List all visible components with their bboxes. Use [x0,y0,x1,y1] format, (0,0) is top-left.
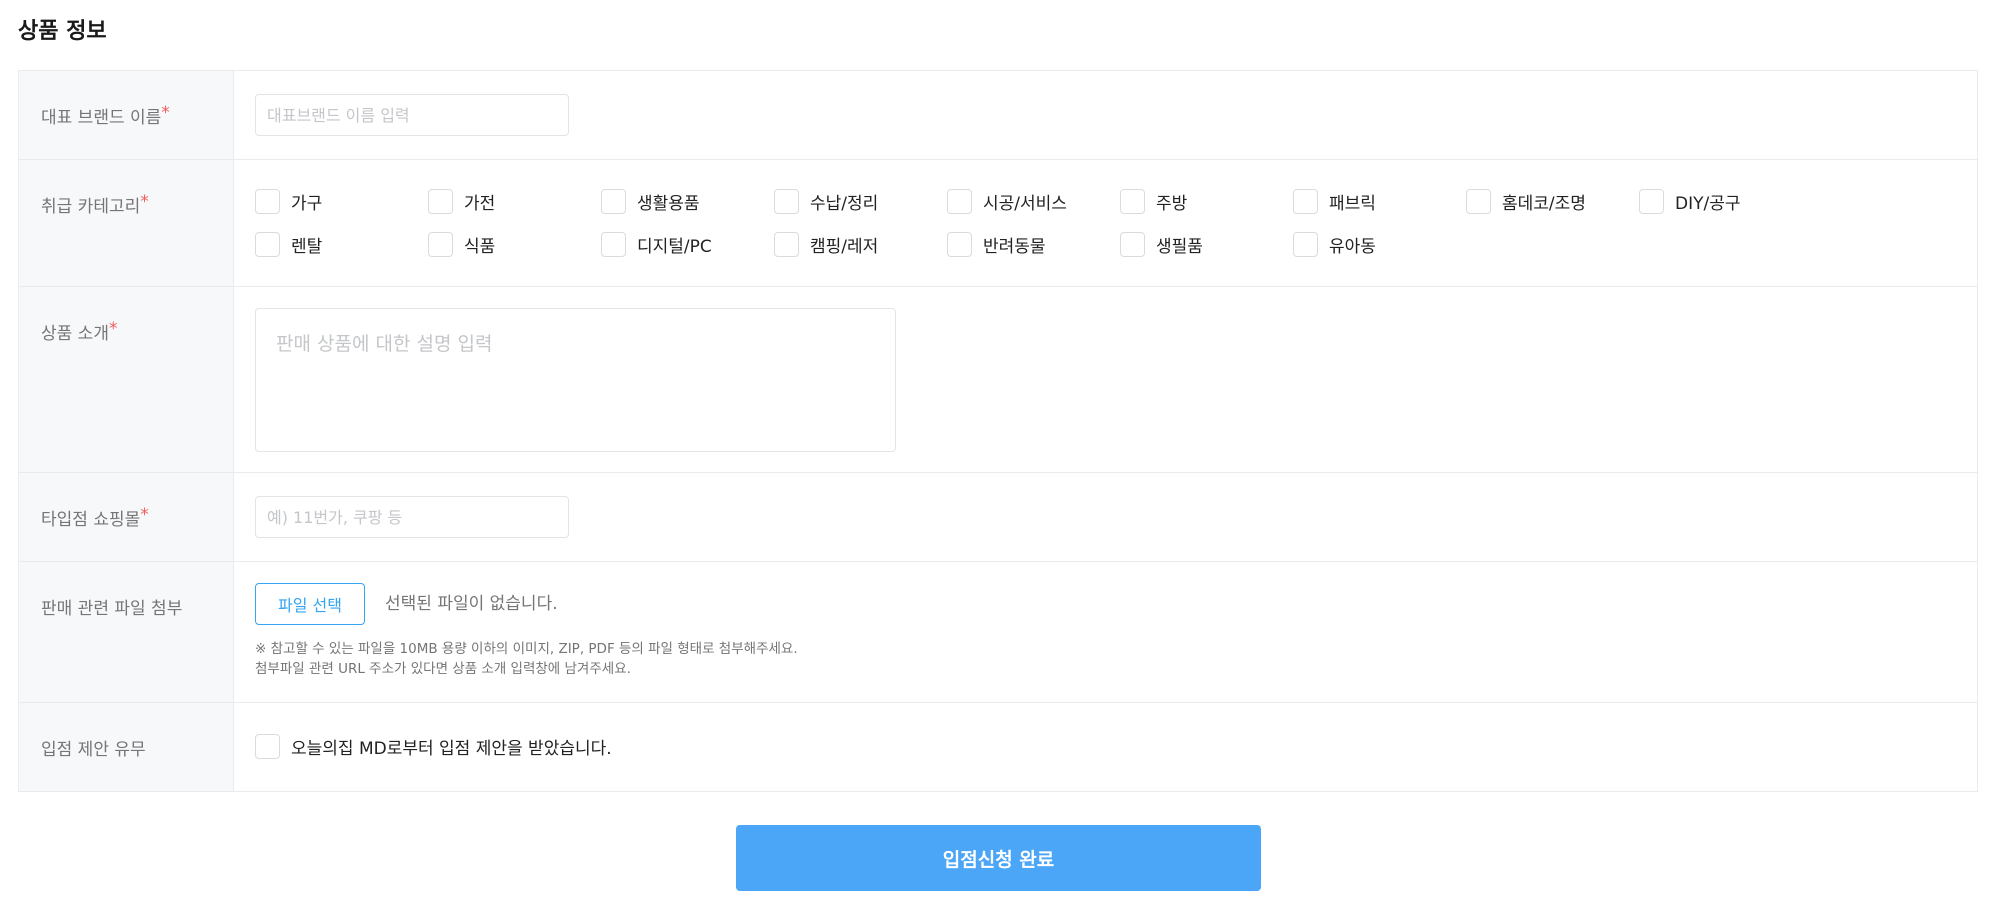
category-option[interactable]: 생필품 [1120,231,1293,258]
offer-content: 오늘의집 MD로부터 입점 제안을 받았습니다. [234,703,1977,791]
checkbox[interactable] [1120,232,1145,257]
required-mark: * [161,103,170,123]
file-content: 파일 선택 선택된 파일이 없습니다. ※ 참고할 수 있는 파일을 10MB … [234,562,1977,702]
category-option-label: 디지털/PC [637,237,712,257]
offer-row: 입점 제안 유무 오늘의집 MD로부터 입점 제안을 받았습니다. [19,703,1977,792]
category-option-label: 반려동물 [983,237,1046,257]
file-status-text: 선택된 파일이 없습니다. [385,594,558,614]
brand-name-input[interactable] [255,94,569,136]
md-offer-option[interactable]: 오늘의집 MD로부터 입점 제안을 받았습니다. [255,734,612,759]
category-option[interactable]: 홈데코/조명 [1466,188,1639,215]
category-option-label: 식품 [464,237,496,257]
checkbox[interactable] [1293,232,1318,257]
section-title: 상품 정보 [18,19,107,44]
mall-row: 타입점 쇼핑몰 * [19,473,1977,562]
category-option-label: 캠핑/레저 [810,237,879,257]
file-note-line: 첨부파일 관련 URL 주소가 있다면 상품 소개 입력창에 남겨주세요. [255,661,631,677]
checkbox[interactable] [947,189,972,214]
category-option[interactable]: 가전 [428,188,601,215]
other-mall-input[interactable] [255,496,569,538]
checkbox[interactable] [774,189,799,214]
intro-content [234,287,1977,472]
category-option-label: 시공/서비스 [983,194,1067,214]
brand-label: 대표 브랜드 이름 * [19,71,234,159]
mall-label: 타입점 쇼핑몰 * [19,473,234,561]
file-select-button[interactable]: 파일 선택 [255,583,365,625]
file-note: ※ 참고할 수 있는 파일을 10MB 용량 이하의 이미지, ZIP, PDF… [255,639,798,679]
checkbox[interactable] [255,189,280,214]
category-option[interactable]: 시공/서비스 [947,188,1120,215]
category-option[interactable]: 반려동물 [947,231,1120,258]
category-option-label: 가전 [464,194,496,214]
brand-row: 대표 브랜드 이름 * [19,71,1977,160]
category-option-label: 생필품 [1156,237,1203,257]
file-label: 판매 관련 파일 첨부 [19,562,234,702]
category-option[interactable]: 유아동 [1293,231,1466,258]
intro-label: 상품 소개 * [19,287,234,472]
checkbox[interactable] [428,189,453,214]
category-option[interactable]: 식품 [428,231,601,258]
category-option[interactable]: 생활용품 [601,188,774,215]
category-option-label: 수납/정리 [810,194,879,214]
category-option[interactable]: 렌탈 [255,231,428,258]
mall-label-text: 타입점 쇼핑몰 [41,510,141,530]
mall-content [234,473,1977,561]
checkbox[interactable] [428,232,453,257]
offer-label: 입점 제안 유무 [19,703,234,791]
offer-label-text: 입점 제안 유무 [41,740,146,760]
category-checkbox-grid: 가구 가전 생활용품 수납/정리 시공/서비스 주방 패브릭 홈데코/조명 DI… [255,188,1812,258]
category-option-label: DIY/공구 [1675,194,1741,214]
category-row: 취급 카테고리 * 가구 가전 생활용품 수납/정리 시공/서비스 주방 패브릭 … [19,160,1977,287]
checkbox[interactable] [1120,189,1145,214]
category-option[interactable]: 수납/정리 [774,188,947,215]
file-note-line: ※ 참고할 수 있는 파일을 10MB 용량 이하의 이미지, ZIP, PDF… [255,641,798,657]
checkbox[interactable] [255,734,280,759]
product-intro-textarea[interactable] [255,308,896,452]
category-option-label: 렌탈 [291,237,323,257]
checkbox[interactable] [1466,189,1491,214]
checkbox[interactable] [774,232,799,257]
intro-row: 상품 소개 * [19,287,1977,473]
category-label: 취급 카테고리 * [19,160,234,286]
brand-label-text: 대표 브랜드 이름 [41,108,162,128]
category-option-label: 가구 [291,194,323,214]
checkbox[interactable] [947,232,972,257]
checkbox[interactable] [601,189,626,214]
product-info-form: 대표 브랜드 이름* 취급 카테고리* 가구 가전 생활용품 수납/정리 시공/… [18,70,1978,792]
file-row: 판매 관련 파일 첨부 파일 선택 선택된 파일이 없습니다. ※ 참고할 수 … [19,562,1977,703]
md-offer-label: 오늘의집 MD로부터 입점 제안을 받았습니다. [291,739,612,759]
category-option[interactable]: 캠핑/레저 [774,231,947,258]
checkbox[interactable] [601,232,626,257]
file-label-text: 판매 관련 파일 첨부 [41,599,183,619]
category-option-label: 패브릭 [1329,194,1376,214]
category-option-label: 홈데코/조명 [1502,194,1586,214]
category-option[interactable]: 패브릭 [1293,188,1466,215]
category-option-label: 주방 [1156,194,1188,214]
category-option[interactable]: 가구 [255,188,428,215]
required-mark: * [140,192,149,212]
category-option[interactable]: 주방 [1120,188,1293,215]
category-content: 가구 가전 생활용품 수납/정리 시공/서비스 주방 패브릭 홈데코/조명 DI… [234,160,1977,286]
required-mark: * [140,505,149,525]
category-option-label: 유아동 [1329,237,1376,257]
checkbox[interactable] [255,232,280,257]
checkbox[interactable] [1639,189,1664,214]
brand-content [234,71,1977,159]
checkbox[interactable] [1293,189,1318,214]
category-option[interactable]: 디지털/PC [601,231,774,258]
submit-application-button[interactable]: 입점신청 완료 [736,825,1261,891]
category-option[interactable]: DIY/공구 [1639,188,1812,215]
category-label-text: 취급 카테고리 [41,197,141,217]
category-option-label: 생활용품 [637,194,700,214]
required-mark: * [108,319,118,339]
intro-label-text: 상품 소개 [41,324,109,344]
